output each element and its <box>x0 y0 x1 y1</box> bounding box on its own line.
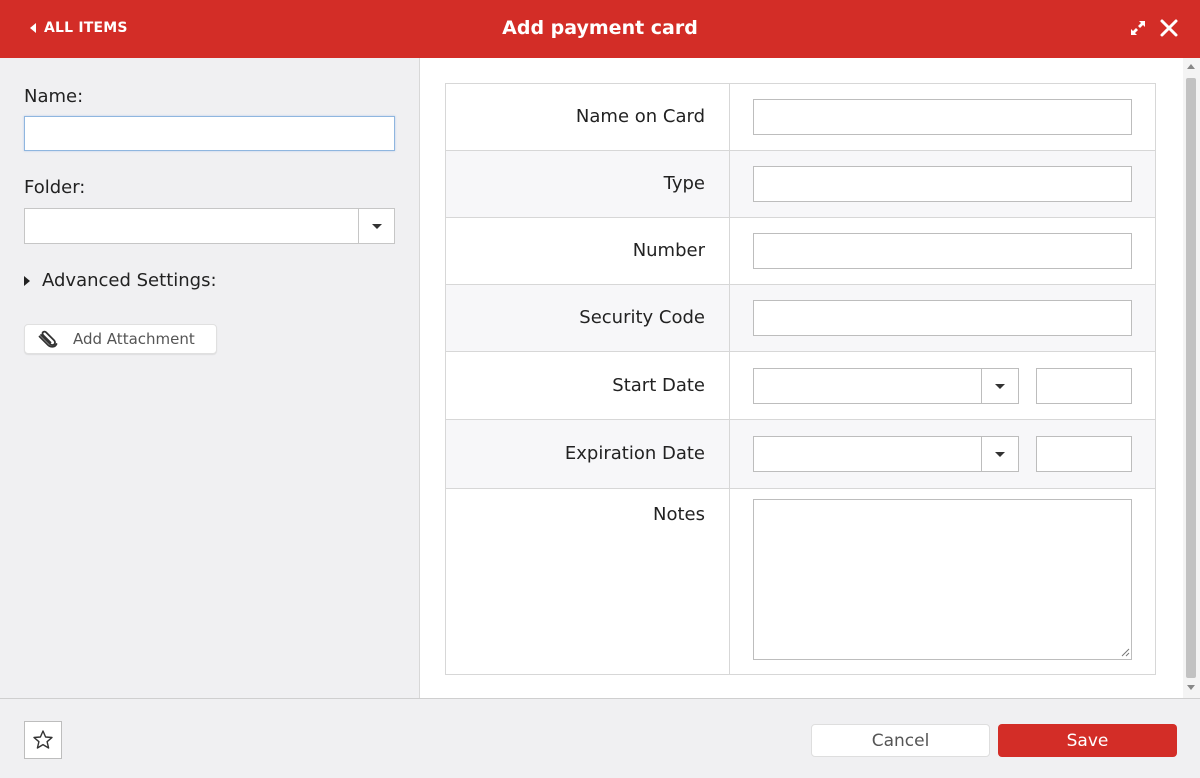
security-code-label: Security Code <box>579 307 705 328</box>
start-date-month-select[interactable] <box>753 368 1019 404</box>
all-items-back-link[interactable]: ALL ITEMS <box>30 20 128 36</box>
card-number-input[interactable] <box>753 233 1132 269</box>
header-bar: ALL ITEMS Add payment card <box>0 0 1200 58</box>
folder-select[interactable] <box>24 208 395 244</box>
caret-left-icon <box>30 23 36 33</box>
name-on-card-label: Name on Card <box>575 106 705 127</box>
card-form-table: Name on Card Type Number Security Code S… <box>445 83 1156 675</box>
row-divider <box>729 489 730 674</box>
close-icon[interactable] <box>1158 17 1180 39</box>
notes-textarea[interactable] <box>753 499 1132 660</box>
cancel-button[interactable]: Cancel <box>811 724 990 757</box>
row-divider <box>729 285 730 351</box>
star-icon <box>33 730 53 749</box>
row-divider <box>729 218 730 284</box>
chevron-down-icon <box>371 224 382 229</box>
scroll-down-arrow-icon[interactable] <box>1187 685 1195 690</box>
form-row-start-date: Start Date <box>446 352 1155 420</box>
form-scrollbar[interactable] <box>1183 58 1200 698</box>
row-divider <box>729 420 730 488</box>
form-row-name-on-card: Name on Card <box>446 84 1155 151</box>
scrollbar-thumb[interactable] <box>1186 78 1196 678</box>
expand-icon[interactable] <box>1128 18 1148 38</box>
type-input[interactable] <box>753 166 1132 202</box>
item-details-panel: Name: Folder: Advanced Settings: Add Att… <box>0 58 420 698</box>
chevron-down-icon <box>995 384 1005 389</box>
scroll-up-arrow-icon[interactable] <box>1187 64 1195 69</box>
name-label: Name: <box>24 86 84 107</box>
add-attachment-button[interactable]: Add Attachment <box>24 324 217 354</box>
caret-right-icon <box>24 275 30 286</box>
form-row-security-code: Security Code <box>446 285 1155 352</box>
expiration-month-dropdown-toggle[interactable] <box>981 437 1018 471</box>
start-date-label: Start Date <box>612 375 705 396</box>
page-title: Add payment card <box>502 17 698 39</box>
name-input[interactable] <box>24 116 395 151</box>
start-month-dropdown-toggle[interactable] <box>981 369 1018 403</box>
form-row-number: Number <box>446 218 1155 285</box>
back-link-label: ALL ITEMS <box>44 20 128 36</box>
expiration-date-label: Expiration Date <box>564 443 705 464</box>
start-date-year-input[interactable] <box>1036 368 1132 404</box>
advanced-settings-toggle[interactable]: Advanced Settings: <box>24 270 217 291</box>
form-row-type: Type <box>446 151 1155 218</box>
add-attachment-label: Add Attachment <box>73 330 195 348</box>
name-on-card-input[interactable] <box>753 99 1132 135</box>
form-row-expiration-date: Expiration Date <box>446 420 1155 489</box>
card-form-panel: Name on Card Type Number Security Code S… <box>421 58 1200 698</box>
folder-dropdown-toggle[interactable] <box>358 209 394 243</box>
expiration-date-year-input[interactable] <box>1036 436 1132 472</box>
row-divider <box>729 352 730 419</box>
chevron-down-icon <box>995 452 1005 457</box>
save-button[interactable]: Save <box>998 724 1177 757</box>
advanced-settings-label: Advanced Settings: <box>42 270 217 291</box>
folder-label: Folder: <box>24 177 86 198</box>
favorite-button[interactable] <box>24 721 62 759</box>
number-label: Number <box>632 240 705 261</box>
row-divider <box>729 151 730 217</box>
row-divider <box>729 84 730 150</box>
paperclip-icon <box>38 330 58 348</box>
footer-bar: Cancel Save <box>0 698 1200 778</box>
expiration-date-month-select[interactable] <box>753 436 1019 472</box>
type-label: Type <box>663 173 705 194</box>
notes-label: Notes <box>653 504 705 525</box>
security-code-input[interactable] <box>753 300 1132 336</box>
form-row-notes: Notes <box>446 489 1155 674</box>
